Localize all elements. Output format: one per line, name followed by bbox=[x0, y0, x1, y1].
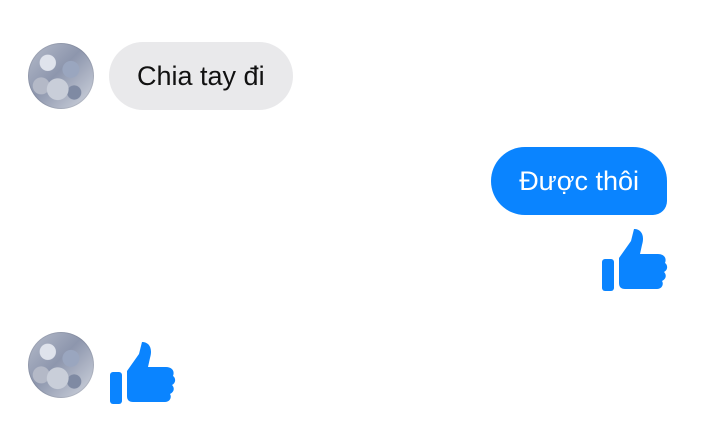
thumbs-up-icon[interactable] bbox=[108, 340, 176, 408]
contact-avatar[interactable] bbox=[28, 43, 94, 109]
outgoing-message-bubble[interactable]: Được thôi bbox=[491, 147, 667, 215]
contact-avatar[interactable] bbox=[28, 332, 94, 398]
thumbs-up-icon[interactable] bbox=[600, 227, 668, 295]
incoming-message-bubble[interactable]: Chia tay đi bbox=[109, 42, 293, 110]
